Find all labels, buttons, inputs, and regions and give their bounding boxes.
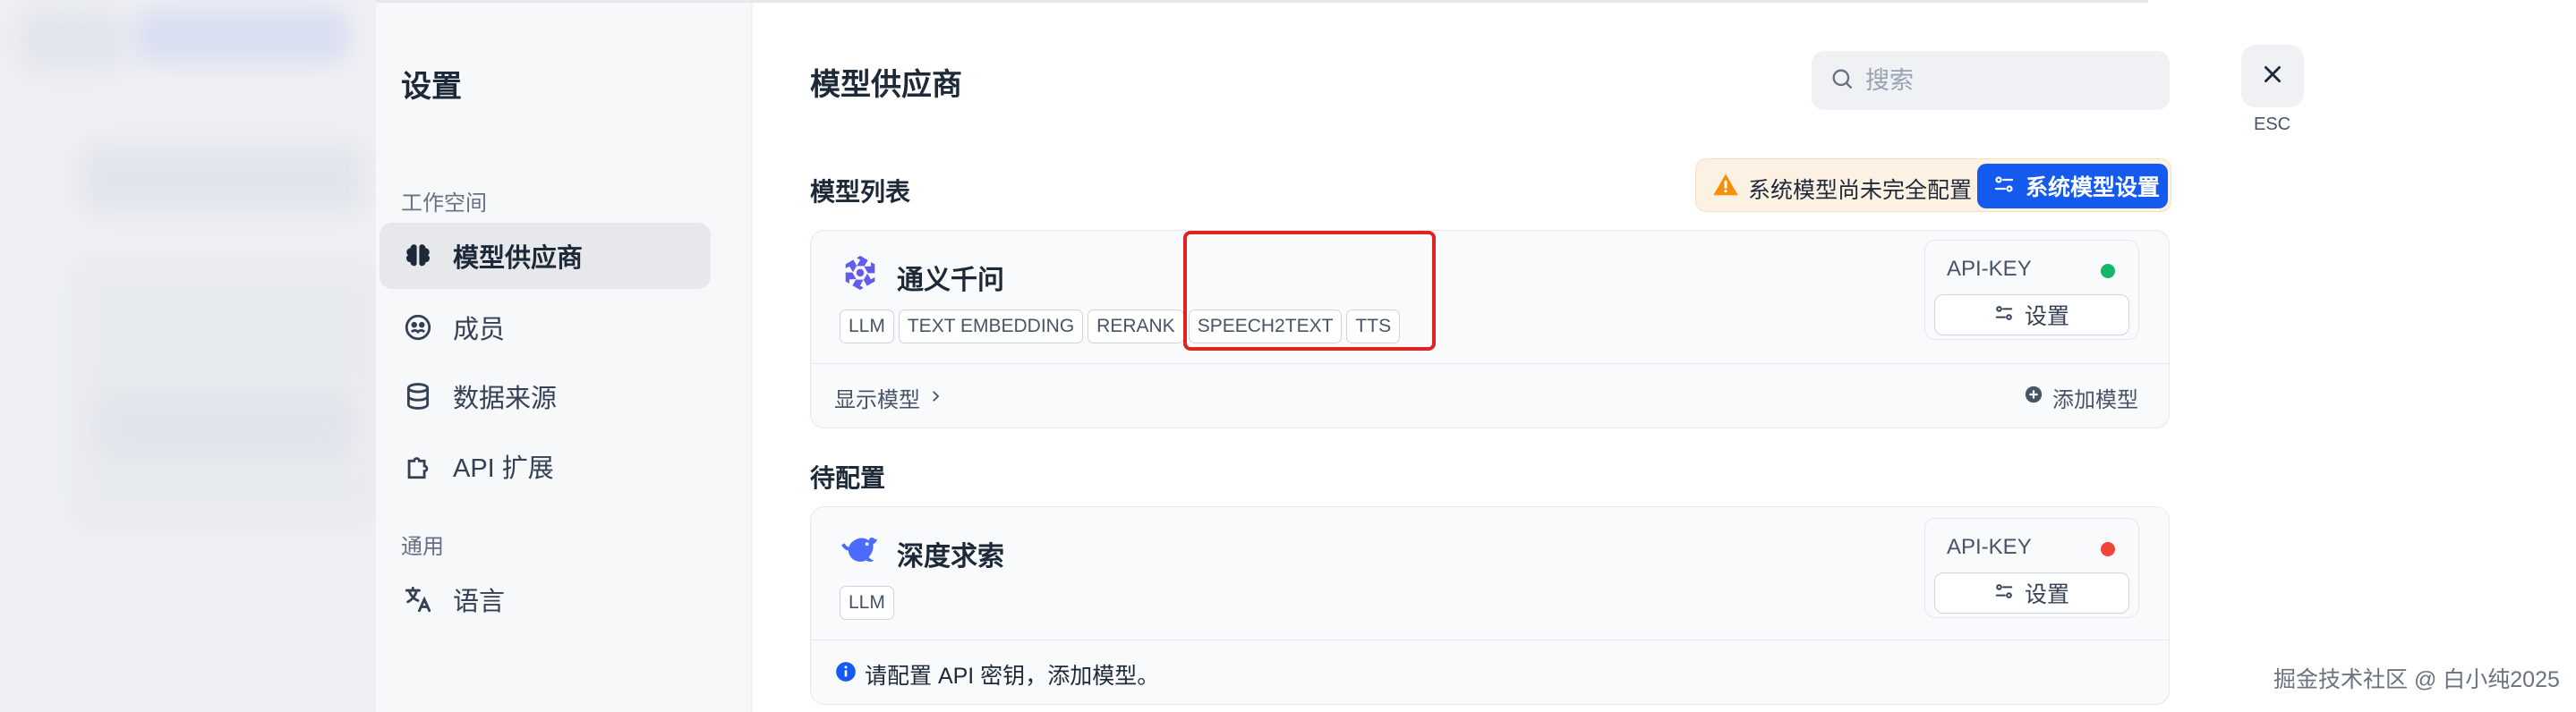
database-icon xyxy=(403,381,433,411)
brain-icon xyxy=(403,241,433,271)
warning-text: 系统模型尚未完全配置 xyxy=(1748,178,1973,203)
sliders-icon xyxy=(1993,174,2015,199)
watermark: 掘金技术社区 @ 白小纯2025 xyxy=(2273,667,2560,692)
search-input[interactable] xyxy=(1865,66,2152,95)
card-footer: 请配置 API 密钥，添加模型。 xyxy=(811,640,2169,704)
tag-text-embedding: TEXT EMBEDDING xyxy=(898,309,1084,343)
status-dot-ok xyxy=(2101,264,2115,278)
close-icon xyxy=(2261,63,2284,90)
system-model-settings-button[interactable]: 系统模型设置 xyxy=(1977,164,2168,208)
tag-llm: LLM xyxy=(840,309,894,343)
group-label-workspace: 工作空间 xyxy=(401,191,487,216)
sidebar-item-label: 成员 xyxy=(453,316,506,344)
translate-icon xyxy=(403,584,433,615)
sidebar-item-label: 语言 xyxy=(453,588,506,616)
sliders-icon xyxy=(1994,303,2014,327)
info-icon xyxy=(834,660,857,690)
sidebar-item-language[interactable]: 语言 xyxy=(380,566,711,632)
api-key-box: API-KEY 设置 xyxy=(1924,240,2139,340)
show-models-label: 显示模型 xyxy=(834,388,920,412)
provider-card-deepseek: 深度求索 LLM API-KEY 设置 请配置 API 密钥，添加模型。 xyxy=(810,506,2170,705)
api-settings-button[interactable]: 设置 xyxy=(1934,572,2129,614)
tag-llm: LLM xyxy=(840,586,894,620)
config-hint: 请配置 API 密钥，添加模型。 xyxy=(834,658,1159,691)
api-settings-label: 设置 xyxy=(2024,304,2069,329)
search-icon xyxy=(1830,66,1855,96)
search-box[interactable] xyxy=(1812,51,2170,110)
highlight-frame xyxy=(1183,231,1436,351)
puzzle-icon xyxy=(403,451,433,481)
tag-rerank: RERANK xyxy=(1088,309,1184,343)
provider-name: 通义千问 xyxy=(897,266,1004,295)
provider-card-tongyi: 通义千问 LLM TEXT EMBEDDING RERANK SPEECH2TE… xyxy=(810,230,2170,428)
model-list-label: 模型列表 xyxy=(810,178,911,206)
tongyi-logo-icon xyxy=(840,252,881,293)
api-key-label: API-KEY xyxy=(1947,535,2032,559)
page-title: 模型供应商 xyxy=(810,68,962,102)
api-settings-label: 设置 xyxy=(2024,582,2069,607)
api-key-label: API-KEY xyxy=(1947,257,2032,281)
sliders-icon xyxy=(1994,581,2014,606)
sidebar-item-model-provider[interactable]: 模型供应商 xyxy=(380,223,711,289)
show-models-link[interactable]: 显示模型 xyxy=(834,382,943,413)
sidebar-item-api-extension[interactable]: API 扩展 xyxy=(380,433,711,499)
sidebar-item-label: 数据来源 xyxy=(453,385,558,413)
group-label-general: 通用 xyxy=(401,535,444,559)
sidebar-item-data-source[interactable]: 数据来源 xyxy=(380,363,711,429)
card-footer: 显示模型 添加模型 xyxy=(811,363,2169,428)
warning-icon xyxy=(1712,172,1739,203)
add-model-label: 添加模型 xyxy=(2052,388,2138,412)
model-provider-panel: 模型供应商 模型列表 系统模型尚未完全配置 系统模型设置 通义千问 LLM TE… xyxy=(753,3,2171,712)
system-model-settings-label: 系统模型设置 xyxy=(2026,175,2161,200)
provider-name: 深度求索 xyxy=(897,542,1004,572)
sidebar-item-members[interactable]: 成员 xyxy=(380,294,711,360)
api-settings-button[interactable]: 设置 xyxy=(1934,294,2129,335)
add-model-button[interactable]: 添加模型 xyxy=(2024,382,2138,413)
config-hint-text: 请配置 API 密钥，添加模型。 xyxy=(865,664,1160,689)
esc-hint: ESC xyxy=(2254,114,2291,134)
pending-config-label: 待配置 xyxy=(810,464,886,492)
sidebar-item-label: API 扩展 xyxy=(453,454,554,483)
model-type-tags: LLM xyxy=(840,586,894,620)
sidebar-item-label: 模型供应商 xyxy=(453,244,584,273)
blurred-background xyxy=(0,0,376,712)
status-dot-error xyxy=(2101,542,2115,556)
members-icon xyxy=(403,312,433,343)
close-button[interactable] xyxy=(2241,45,2304,107)
deepseek-logo-icon xyxy=(840,529,881,570)
api-key-box: API-KEY 设置 xyxy=(1924,518,2139,618)
settings-sidebar: 设置 工作空间 模型供应商 成员 数据来源 API 扩展 通用 语言 xyxy=(376,3,752,712)
right-backdrop xyxy=(2148,0,2576,712)
settings-title: 设置 xyxy=(401,70,462,104)
plus-circle-icon xyxy=(2024,385,2043,411)
chevron-right-icon xyxy=(927,386,943,411)
